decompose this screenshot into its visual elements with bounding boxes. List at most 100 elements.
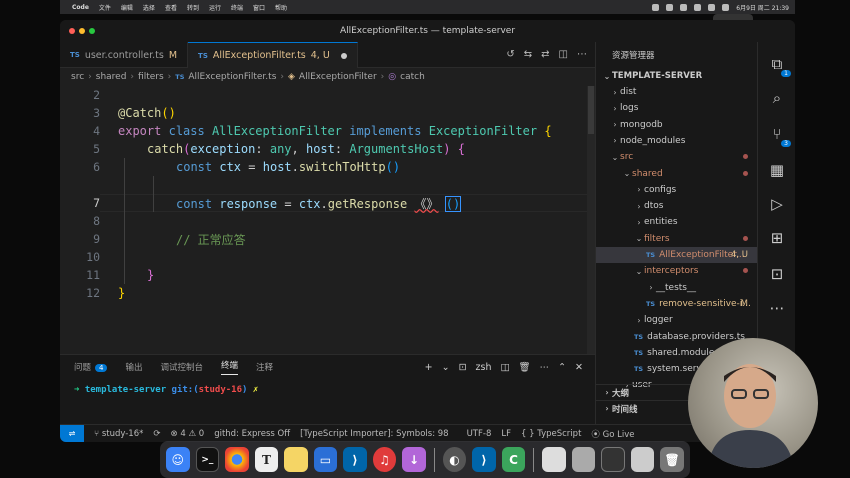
explorer-item[interactable]: TS AllExceptionFilter... 4, U [596, 247, 758, 263]
eol-status[interactable]: LF [501, 429, 511, 439]
status-icon[interactable] [666, 3, 674, 11]
chrome-icon[interactable] [225, 447, 249, 472]
app-icon[interactable]: ◐ [442, 447, 467, 472]
problems-status[interactable]: ⊗ 4 ⚠ 0 [171, 429, 205, 439]
trash-icon[interactable]: 🗑 [660, 447, 684, 472]
menu-select[interactable]: 选择 [143, 3, 155, 12]
breadcrumb-item[interactable]: shared [96, 72, 127, 82]
chevron-down-icon[interactable]: ⌄ [442, 362, 450, 373]
source-control-icon[interactable]: ⑂ 3 [767, 124, 791, 147]
tab-output[interactable]: 输出 [125, 361, 142, 373]
explorer-item[interactable]: › mongodb [596, 117, 758, 133]
breadcrumb-item[interactable]: AllExceptionFilter.ts [188, 72, 276, 82]
menu-edit[interactable]: 编辑 [121, 3, 133, 12]
notes-icon[interactable] [284, 447, 308, 472]
search-icon[interactable] [722, 3, 730, 11]
menu-window[interactable]: 窗口 [253, 3, 265, 12]
docker-icon[interactable]: ▦ [767, 160, 787, 180]
status-icon[interactable] [680, 3, 688, 11]
githd-status[interactable]: githd: Express Off [214, 429, 290, 439]
breadcrumb-item[interactable]: filters [138, 72, 164, 82]
terminal-app-icon[interactable]: >_ [195, 447, 220, 472]
explorer-icon[interactable]: ⧉ 1 [767, 54, 791, 77]
keynote-icon[interactable]: ▭ [313, 447, 338, 472]
battery-icon[interactable] [708, 3, 716, 11]
explorer-item[interactable]: › logger [596, 312, 758, 328]
breadcrumb-item[interactable]: catch [400, 72, 425, 82]
more-icon[interactable]: ⋯ [767, 298, 787, 318]
remote-explorer-icon[interactable]: ⊡ [767, 264, 787, 284]
compare-icon[interactable]: ⇆ [524, 49, 532, 60]
remote-icon[interactable]: ⇌ [60, 424, 84, 442]
explorer-item[interactable]: › __tests__ [596, 280, 758, 296]
explorer-item[interactable]: › dist [596, 84, 758, 100]
minimap-slider[interactable] [588, 86, 594, 134]
explorer-item[interactable]: › entities [596, 214, 758, 230]
code-editor[interactable]: 2 3 @Catch() 4 export class AllException… [60, 86, 595, 354]
explorer-root[interactable]: ⌄ TEMPLATE-SERVER [596, 68, 758, 84]
menu-file[interactable]: 文件 [99, 3, 111, 12]
window-thumbnail[interactable] [601, 447, 625, 472]
finder-icon[interactable]: ☺ [166, 447, 190, 472]
explorer-item[interactable]: TS remove-sensitive-i... M [596, 296, 758, 312]
language-status[interactable]: { } TypeScript [521, 429, 581, 439]
wifi-icon[interactable] [694, 3, 702, 11]
netease-music-icon[interactable]: ♫ [372, 447, 397, 472]
menu-view[interactable]: 查看 [165, 3, 177, 12]
split-terminal-icon[interactable]: ◫ [501, 362, 510, 373]
tab-debug-console[interactable]: 调试控制台 [161, 361, 204, 373]
vscode-insiders-icon[interactable]: ⟩ [472, 447, 496, 472]
menu-goto[interactable]: 转到 [187, 3, 199, 12]
window-thumbnail[interactable] [542, 447, 566, 472]
tab-comments[interactable]: 注释 [256, 361, 273, 373]
search-icon[interactable]: ⌕ [767, 88, 787, 108]
breadcrumb-item[interactable]: src [71, 72, 84, 82]
tab-terminal[interactable]: 终端 [221, 359, 239, 375]
tab-user-controller[interactable]: TS user.controller.ts M [60, 42, 189, 68]
vscode-icon[interactable]: ⟩ [343, 447, 367, 472]
close-icon[interactable]: ✕ [575, 362, 583, 373]
extensions-icon[interactable]: ⊞ [767, 228, 787, 248]
window-thumbnail[interactable] [571, 447, 596, 472]
trash-icon[interactable]: 🗑 [519, 362, 531, 373]
more-actions-icon[interactable]: ⋯ [540, 362, 550, 373]
menu-help[interactable]: 帮助 [275, 3, 287, 12]
explorer-item[interactable]: › configs [596, 182, 758, 198]
explorer-item[interactable]: › dtos [596, 198, 758, 214]
explorer-item[interactable]: ⌄ filters [596, 231, 758, 247]
branch-status[interactable]: ⑂ study-16* [94, 429, 143, 439]
unsaved-dot-icon[interactable] [340, 52, 347, 59]
terminal-output[interactable]: ➜ template-server git:(study-16) ✗ [60, 379, 595, 395]
menu-run[interactable]: 运行 [209, 3, 221, 12]
explorer-item[interactable]: ⌄ shared [596, 166, 758, 182]
zoom-window-button[interactable] [89, 28, 95, 34]
explorer-item[interactable]: › node_modules [596, 133, 758, 149]
split-editor-icon[interactable]: ◫ [559, 49, 568, 60]
history-icon[interactable]: ↺ [506, 49, 514, 60]
menu-terminal[interactable]: 终端 [231, 3, 243, 12]
wechat-dev-icon[interactable]: C [501, 447, 526, 472]
open-changes-icon[interactable]: ⇄ [541, 49, 549, 60]
breadcrumb-item[interactable]: AllExceptionFilter [299, 72, 377, 82]
golive-status[interactable]: ⦿ Go Live [591, 428, 634, 440]
chevron-up-icon[interactable]: ⌃ [558, 362, 566, 373]
menu-app[interactable]: Code [72, 4, 89, 11]
run-debug-icon[interactable]: ▷ [767, 194, 787, 214]
downloader-icon[interactable]: ↓ [402, 447, 426, 472]
window-thumbnail[interactable] [630, 447, 655, 472]
explorer-item[interactable]: ⌄ src [596, 149, 758, 165]
close-window-button[interactable] [69, 28, 75, 34]
new-terminal-icon[interactable]: + [425, 362, 433, 373]
menubar-clock[interactable]: 6月9日 周二 21:39 [736, 3, 789, 12]
status-icon[interactable] [652, 3, 660, 11]
typora-icon[interactable]: T [254, 447, 279, 472]
shell-name[interactable]: zsh [476, 362, 492, 373]
sync-icon[interactable]: ⟳ [153, 429, 160, 439]
minimize-window-button[interactable] [79, 28, 85, 34]
explorer-item[interactable]: › logs [596, 100, 758, 116]
more-actions-icon[interactable]: ⋯ [577, 49, 587, 60]
explorer-item[interactable]: ⌄ interceptors [596, 263, 758, 279]
tab-problems[interactable]: 问题 4 [74, 361, 108, 373]
encoding-status[interactable]: UTF-8 [467, 429, 492, 439]
tab-all-exception-filter[interactable]: TS AllExceptionFilter.ts 4, U [188, 42, 358, 68]
